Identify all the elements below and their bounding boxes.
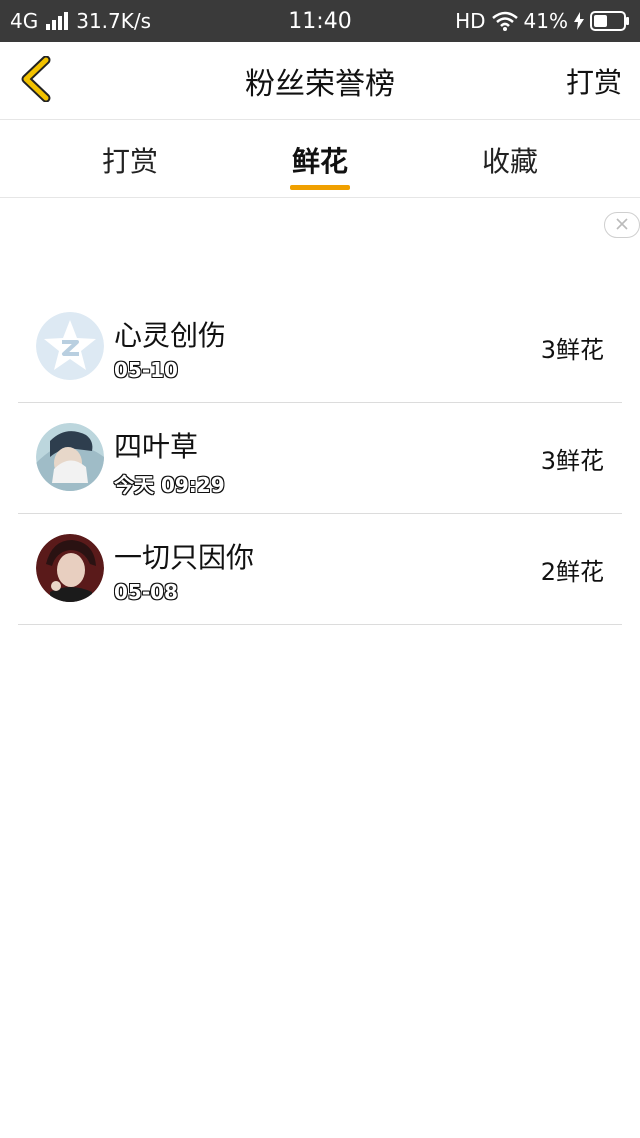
list-item[interactable]: 一切只因你 05-08 2鲜花 [18, 514, 622, 625]
wifi-icon [491, 11, 518, 31]
charging-icon [574, 12, 584, 30]
status-bar: 4G 31.7K/s 11:40 HD 41% [0, 0, 640, 42]
list-item[interactable]: 四叶草 今天 09:29 3鲜花 [18, 403, 622, 514]
network-speed: 31.7K/s [76, 9, 152, 33]
fan-list: 心灵创伤 05-10 3鲜花 四叶草 今天 09:29 3鲜花 一切只因你 05… [18, 292, 622, 625]
fan-name: 四叶草 [114, 430, 199, 463]
avatar [36, 312, 104, 380]
network-type: 4G [10, 9, 39, 33]
list-item[interactable]: 心灵创伤 05-10 3鲜花 [18, 292, 622, 403]
flower-count: 3鲜花 [540, 336, 604, 364]
fan-date: 05-08 [114, 580, 178, 604]
signal-icon [46, 12, 69, 30]
fan-name: 心灵创伤 [114, 319, 227, 352]
page-title: 粉丝荣誉榜 [245, 67, 395, 102]
close-button[interactable] [604, 212, 640, 238]
tab-favorites[interactable]: 收藏 [450, 121, 570, 198]
app-header: 粉丝荣誉榜 打赏 [0, 42, 640, 120]
tab-reward[interactable]: 打赏 [70, 121, 190, 198]
status-right: HD 41% [455, 0, 630, 42]
fan-date: 05-10 [114, 358, 178, 382]
status-left: 4G 31.7K/s [10, 0, 151, 42]
avatar [36, 423, 104, 491]
tab-indicator [290, 185, 350, 190]
reward-button[interactable]: 打赏 [566, 42, 622, 120]
back-button[interactable] [10, 54, 60, 108]
avatar [36, 534, 104, 602]
flower-count: 2鲜花 [540, 558, 604, 586]
flower-count: 3鲜花 [540, 447, 604, 475]
battery-percent: 41% [523, 9, 568, 33]
chevron-left-icon [18, 55, 52, 106]
fan-name: 一切只因你 [114, 541, 255, 574]
close-icon [615, 216, 629, 235]
fan-date: 今天 09:29 [114, 473, 225, 497]
hd-label: HD [455, 9, 486, 33]
battery-icon [590, 11, 630, 31]
